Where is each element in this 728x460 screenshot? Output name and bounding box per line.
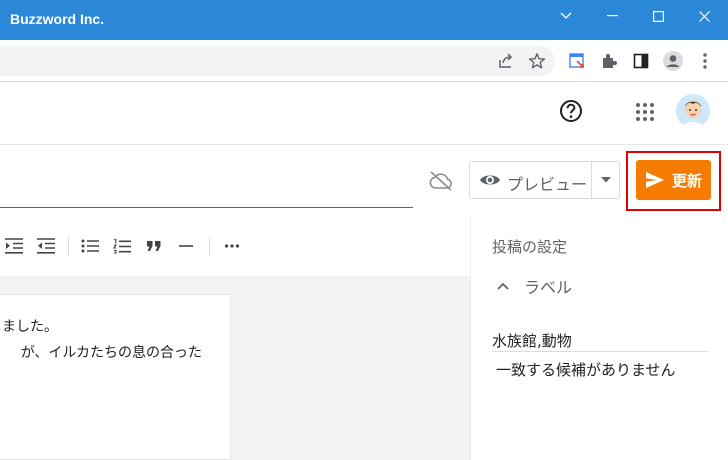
star-icon[interactable] (526, 50, 548, 72)
preview-button-group: プレビュー (469, 161, 620, 199)
indent-less-icon[interactable] (36, 237, 56, 255)
apps-grid-icon[interactable] (634, 101, 656, 123)
cloud-off-icon (428, 170, 454, 192)
labels-section-label: ラベル (524, 278, 573, 297)
preview-dropdown[interactable] (592, 162, 620, 198)
app-header (0, 82, 728, 145)
send-icon (646, 172, 664, 188)
caret-down-icon (601, 177, 611, 183)
preview-label: プレビュー (507, 175, 588, 194)
puzzle-icon[interactable] (598, 50, 620, 72)
editor-canvas: ました。 が、イルカたちの息の合った (0, 276, 470, 460)
help-icon[interactable] (557, 97, 585, 125)
more-vert-icon[interactable] (694, 50, 716, 72)
labels-input[interactable]: 水族館,動物 (492, 330, 708, 352)
update-label: 更新 (672, 172, 703, 190)
post-settings-sidebar: 投稿の設定 ラベル 水族館,動物 一致する候補がありません (470, 216, 728, 460)
browser-toolbar (0, 40, 728, 82)
maximize-button[interactable] (635, 0, 681, 32)
post-title-row: プレビュー (0, 146, 728, 216)
window-title: Buzzword Inc. (10, 11, 105, 27)
side-panel-icon[interactable] (630, 50, 652, 72)
bulleted-list-icon[interactable] (80, 237, 100, 255)
update-button[interactable]: 更新 (636, 160, 711, 200)
close-button[interactable] (681, 0, 727, 32)
numbered-list-icon[interactable] (112, 237, 132, 255)
minimize-button[interactable] (589, 0, 635, 32)
toolbar-divider (68, 236, 69, 256)
window-title-bar: Buzzword Inc. (0, 0, 728, 40)
post-title-input[interactable] (0, 146, 413, 208)
extension-page-icon[interactable] (566, 50, 588, 72)
eye-icon (480, 175, 500, 185)
share-icon[interactable] (495, 50, 517, 72)
body-text-line: ました。 (2, 319, 58, 335)
quote-icon[interactable] (144, 237, 164, 255)
toolbar-divider (209, 236, 210, 256)
post-settings-heading: 投稿の設定 (492, 238, 568, 256)
chevron-down-icon[interactable] (543, 0, 589, 32)
horizontal-rule-icon[interactable] (176, 237, 196, 255)
chevron-up-icon (497, 282, 509, 290)
post-body-editor[interactable]: ました。 が、イルカたちの息の合った (0, 294, 231, 460)
preview-button[interactable]: プレビュー (470, 162, 591, 198)
more-horiz-icon[interactable] (222, 237, 242, 255)
labels-suggestion: 一致する候補がありません (496, 361, 676, 379)
editor-toolbar (0, 216, 470, 276)
address-bar[interactable] (0, 46, 555, 76)
avatar[interactable] (676, 94, 710, 128)
profile-icon[interactable] (662, 50, 684, 72)
body-text-line: が、イルカたちの息の合った (20, 345, 202, 361)
labels-section-toggle[interactable]: ラベル (496, 274, 572, 298)
indent-more-icon[interactable] (4, 237, 24, 255)
